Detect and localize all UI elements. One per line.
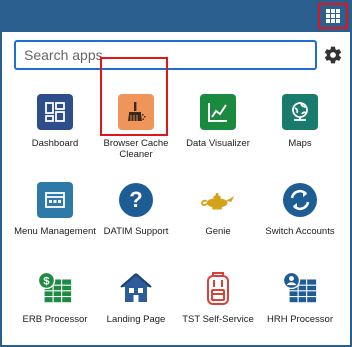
line-chart-icon: [200, 94, 236, 130]
app-switch-accounts[interactable]: Switch Accounts: [257, 182, 343, 242]
app-label: TST Self-Service: [182, 314, 254, 325]
app-label: Maps: [288, 138, 312, 149]
app-erb-processor[interactable]: $ ERB Processor: [12, 270, 98, 330]
grid-icon: [326, 9, 340, 23]
spreadsheet-dollar-icon: $: [37, 270, 73, 306]
app-landing-page[interactable]: Landing Page: [93, 270, 179, 330]
highlight-box: [100, 57, 168, 136]
house-icon: [118, 270, 154, 306]
app-label: Data Visualizer: [186, 138, 250, 149]
app-label: DATIM Support: [103, 226, 169, 237]
globe-icon: [282, 94, 318, 130]
svg-text:?: ?: [129, 187, 142, 212]
app-label: HRH Processor: [267, 314, 333, 325]
switch-accounts-icon: [282, 182, 318, 218]
app-label: Switch Accounts: [265, 226, 335, 237]
apps-panel: Dashboard Browser Cache Cleaner Data Vis…: [2, 32, 350, 347]
user-table-icon: [282, 270, 318, 306]
app-data-visualizer[interactable]: Data Visualizer: [175, 94, 261, 154]
app-label: ERB Processor: [22, 314, 88, 325]
genie-lamp-icon: [200, 182, 236, 218]
app-dashboard[interactable]: Dashboard: [12, 94, 98, 154]
question-icon: ?: [118, 182, 154, 218]
app-datim-support[interactable]: ? DATIM Support: [93, 182, 179, 242]
window-icon: [37, 182, 73, 218]
app-label: Browser Cache Cleaner: [103, 138, 169, 160]
top-bar: [0, 0, 352, 32]
app-label: Dashboard: [31, 138, 79, 149]
app-maps[interactable]: Maps: [257, 94, 343, 154]
app-genie[interactable]: Genie: [175, 182, 261, 242]
app-label: Genie: [205, 226, 231, 237]
app-hrh-processor[interactable]: HRH Processor: [257, 270, 343, 330]
gear-icon[interactable]: [323, 45, 343, 65]
dashboard-icon: [37, 94, 73, 130]
app-label: Landing Page: [106, 314, 166, 325]
backpack-icon: [200, 270, 236, 306]
svg-text:$: $: [43, 276, 50, 288]
app-tst-self-service[interactable]: TST Self-Service: [175, 270, 261, 330]
app-label: Menu Management: [14, 226, 96, 237]
app-menu-management[interactable]: Menu Management: [12, 182, 98, 242]
apps-menu-button[interactable]: [318, 3, 348, 29]
